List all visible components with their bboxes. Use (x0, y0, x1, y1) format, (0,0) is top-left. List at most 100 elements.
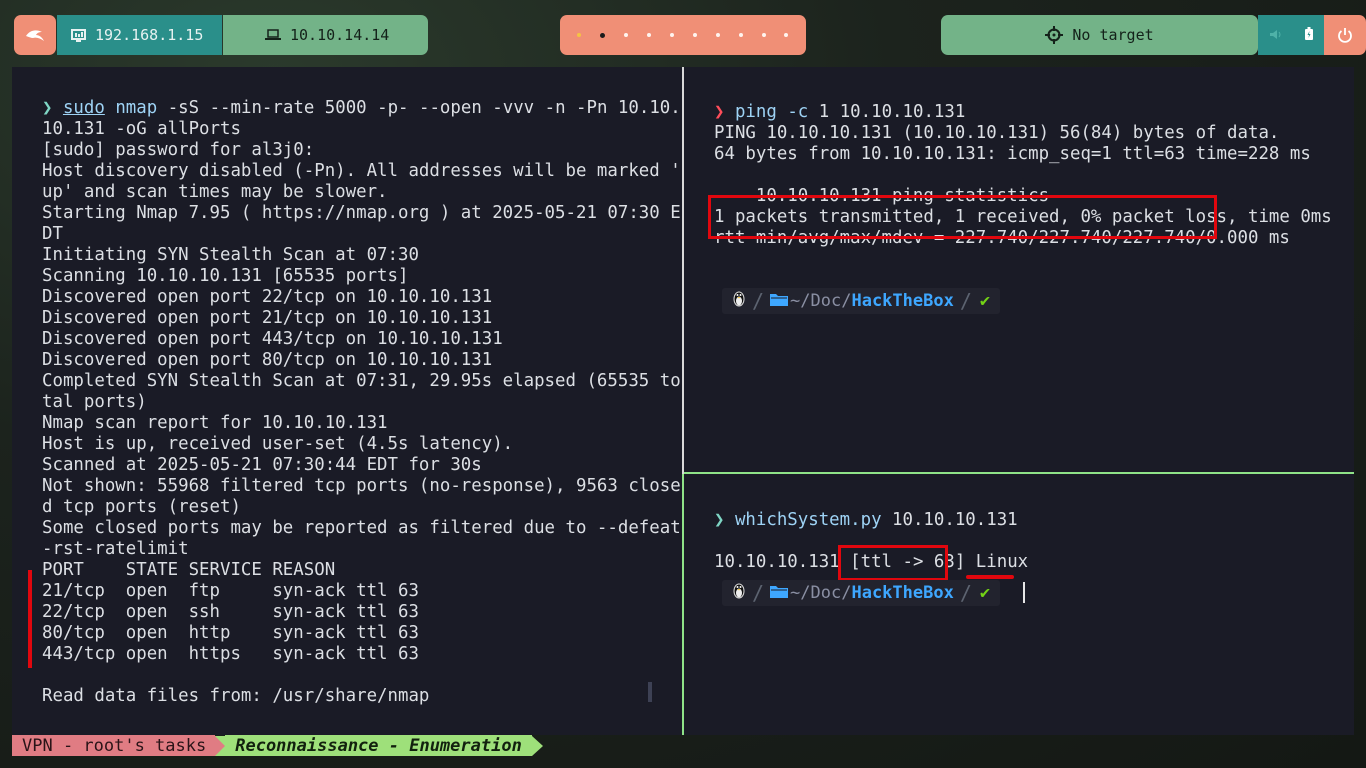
terminal-pane-right-bottom[interactable]: ❯ whichSystem.py 10.10.10.131 10.10.10.1… (684, 476, 1354, 735)
output-line: DT (42, 224, 63, 244)
output-line: Initiating SYN Stealth Scan at 07:30 (42, 245, 419, 265)
ping-args: 1 10.10.10.131 (808, 102, 966, 122)
prompt-path-dir: HackTheBox (851, 291, 954, 311)
sudo-word: sudo (62, 98, 105, 118)
pane-scroll-marker (648, 682, 652, 702)
output-line: 443/tcp open https syn-ack ttl 63 (42, 644, 419, 664)
vpn-ip-text: 10.10.14.14 (290, 26, 390, 44)
output-line: Discovered open port 443/tcp on 10.10.10… (42, 329, 503, 349)
workspace-4[interactable] (647, 33, 652, 37)
prompt-status-check: ✔ (979, 291, 991, 311)
terminal-window[interactable]: ❯ sudo nmap -sS --min-rate 5000 -p- --op… (12, 67, 1354, 735)
packet-loss-highlight (708, 195, 1217, 239)
output-line: Some closed ports may be reported as fil… (42, 518, 681, 538)
output-line: [sudo] password for al3j0: (42, 140, 315, 160)
shell-prompt: / ~/Doc/HackTheBox / ✔ (722, 580, 1001, 606)
os-underline (966, 575, 1014, 579)
output-line: Host is up, received user-set (4.5s late… (42, 434, 514, 454)
output-line: tal ports) (42, 392, 147, 412)
monitor-icon (71, 28, 86, 42)
nmap-word: nmap (115, 98, 158, 118)
session-name[interactable]: VPN - root's tasks (12, 735, 216, 756)
workspace-10[interactable] (784, 33, 789, 37)
workspace-8[interactable] (738, 33, 743, 37)
tmux-status-bar: VPN - root's tasks Reconnaissance - Enum… (12, 735, 543, 756)
output-line: 10.131 -oG allPorts (42, 119, 241, 139)
prompt-path: ~/Doc/HackTheBox (790, 583, 954, 603)
output-line: Scanning 10.10.10.131 [65535 ports] (42, 266, 409, 286)
powerline-separator (215, 735, 226, 756)
prompt-path-prefix: ~/Doc/ (790, 291, 852, 311)
terminal-pane-right-top[interactable]: ❯ ping -c 1 10.10.10.131 PING 10.10.10.1… (684, 67, 1354, 474)
workspace-switcher (560, 15, 806, 55)
prompt-separator: / (752, 289, 765, 313)
output-line: Discovered open port 21/tcp on 10.10.10.… (42, 308, 493, 328)
prompt-separator: / (959, 289, 972, 313)
target-text: No target (1072, 26, 1154, 44)
folder-icon (770, 583, 789, 603)
workspace-5[interactable] (670, 33, 674, 37)
ping-word: ping (734, 102, 777, 122)
output-line: 64 bytes from 10.10.10.131: icmp_seq=1 t… (714, 144, 1311, 164)
terminal-pane-left[interactable]: ❯ sudo nmap -sS --min-rate 5000 -p- --op… (12, 67, 682, 735)
output-line: Not shown: 55968 filtered tcp ports (no-… (42, 476, 681, 496)
kali-logo-button[interactable] (14, 15, 56, 55)
output-line: Nmap scan report for 10.10.10.131 (42, 413, 388, 433)
power-button[interactable] (1324, 15, 1366, 55)
kali-dragon-icon (26, 30, 44, 41)
ttl-highlight (838, 545, 948, 581)
prompt-path: ~/Doc/HackTheBox (790, 291, 954, 311)
output-line: Host discovery disabled (-Pn). All addre… (42, 161, 681, 181)
output-line: d tcp ports (reset) (42, 497, 241, 517)
output-line: Starting Nmap 7.95 ( https://nmap.org ) … (42, 203, 681, 223)
vpn-ip-indicator: 10.10.14.14 (223, 15, 428, 55)
workspace-7[interactable] (715, 33, 720, 37)
ping-flag: -c (787, 102, 809, 122)
prompt-status-check: ✔ (979, 583, 991, 603)
output-line: Discovered open port 80/tcp on 10.10.10.… (42, 350, 493, 370)
output-line: up' and scan times may be slower. (42, 182, 388, 202)
powerline-separator (531, 735, 543, 756)
output-line: -rst-ratelimit (42, 539, 189, 559)
prompt-path-prefix: ~/Doc/ (790, 583, 852, 603)
target-indicator[interactable]: No target (941, 15, 1258, 55)
output-line: Scanned at 2025-05-21 07:30:44 EDT for 3… (42, 455, 482, 475)
prompt-path-dir: HackTheBox (851, 583, 954, 603)
prompt-arrow: ❯ (42, 98, 63, 118)
prompt-separator: / (959, 581, 972, 605)
output-line: 80/tcp open http syn-ack ttl 63 (42, 623, 419, 643)
power-icon (1338, 28, 1352, 43)
result-ip: 10.10.10.131 (714, 552, 851, 572)
output-line: Discovered open port 22/tcp on 10.10.10.… (42, 287, 493, 307)
tux-icon (732, 290, 746, 313)
whichsystem-command-line: ❯ whichSystem.py 10.10.10.131 (714, 510, 1354, 531)
local-ip-indicator: 192.168.1.15 (57, 15, 222, 55)
result-os: Linux (975, 552, 1029, 572)
laptop-icon (265, 29, 281, 41)
workspace-9[interactable] (761, 33, 766, 37)
workspace-2[interactable] (600, 32, 606, 38)
output-line: 21/tcp open ftp syn-ack ttl 63 (42, 581, 419, 601)
text-cursor (1023, 582, 1025, 603)
prompt-separator: / (752, 581, 765, 605)
prompt-arrow-error: ❯ (714, 102, 735, 122)
output-line: PORT STATE SERVICE REASON (42, 560, 336, 580)
battery-icon[interactable] (1304, 26, 1313, 44)
volume-icon[interactable] (1269, 26, 1282, 44)
workspace-6[interactable] (692, 33, 697, 37)
output-line: 22/tcp open ssh syn-ack ttl 63 (42, 602, 419, 622)
workspace-1[interactable] (577, 33, 582, 37)
workspace-3[interactable] (624, 33, 629, 37)
nmap-args: -sS --min-rate 5000 -p- --open -vvv -n -… (167, 98, 681, 118)
nmap-output: 10.131 -oG allPorts [sudo] password for a… (42, 119, 682, 707)
window-name[interactable]: Reconnaissance - Enumeration (225, 735, 532, 756)
whichsystem-result: 10.10.10.131 [ttl -> 63] Linux (714, 552, 1354, 573)
local-ip-text: 192.168.1.15 (95, 26, 204, 44)
output-line: Completed SYN Stealth Scan at 07:31, 29.… (42, 371, 681, 391)
folder-icon (770, 291, 789, 311)
shell-prompt: / ~/Doc/HackTheBox / ✔ (722, 288, 1001, 314)
tux-icon (732, 582, 746, 605)
